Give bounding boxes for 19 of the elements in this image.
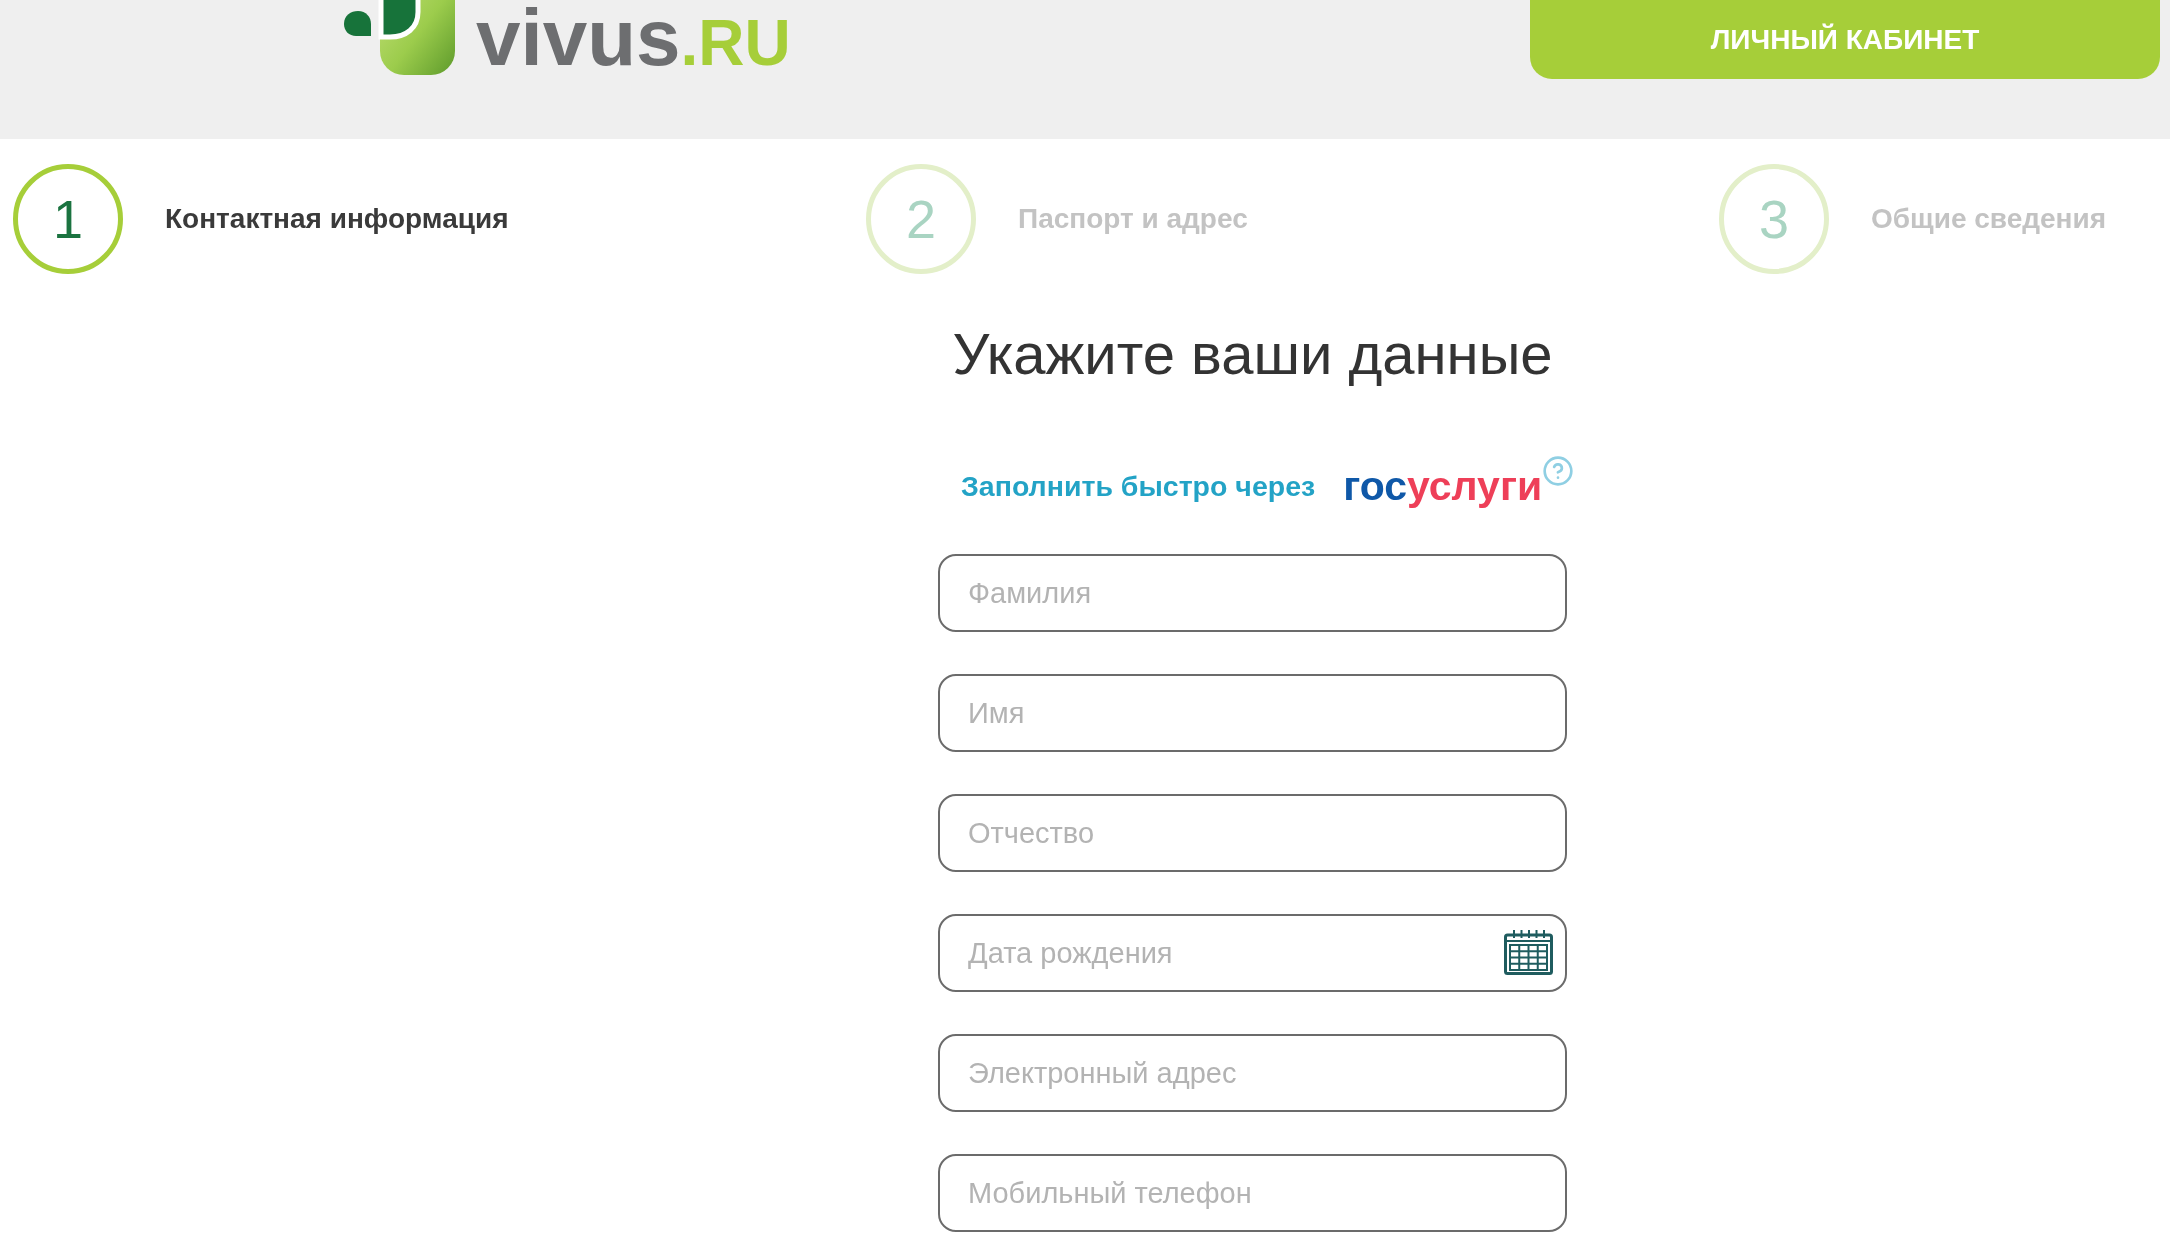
input-field[interactable]: Имя xyxy=(938,674,1567,752)
date-field[interactable]: Дата рождения xyxy=(938,914,1567,992)
step-label: Контактная информация xyxy=(165,202,509,236)
gosuslugi-link[interactable]: Заполнить быстро через xyxy=(961,464,1316,508)
input-field[interactable]: Электронный адрес xyxy=(938,1034,1567,1112)
page-title: Укажите ваши данные xyxy=(952,320,1553,388)
input-field[interactable]: Мобильный телефон xyxy=(938,1154,1567,1232)
input-field[interactable]: Отчество xyxy=(938,794,1567,872)
step-number: 1 xyxy=(13,164,123,274)
step-label: Общие сведения xyxy=(1871,202,2107,236)
step-label: Паспорт и адрес xyxy=(1018,202,1248,236)
calendar-icon[interactable] xyxy=(1504,930,1553,975)
account-button[interactable]: ЛИЧНЫЙ КАБИНЕТ xyxy=(1530,0,2160,79)
step-number: 3 xyxy=(1719,164,1829,274)
logo-wordmark: vivus.RU xyxy=(476,0,791,78)
step-number: 2 xyxy=(866,164,976,274)
gosuslugi-logo[interactable]: госуслуги xyxy=(1343,462,1543,510)
input-field[interactable]: Фамилия xyxy=(938,554,1567,632)
logo-icon xyxy=(344,0,456,76)
